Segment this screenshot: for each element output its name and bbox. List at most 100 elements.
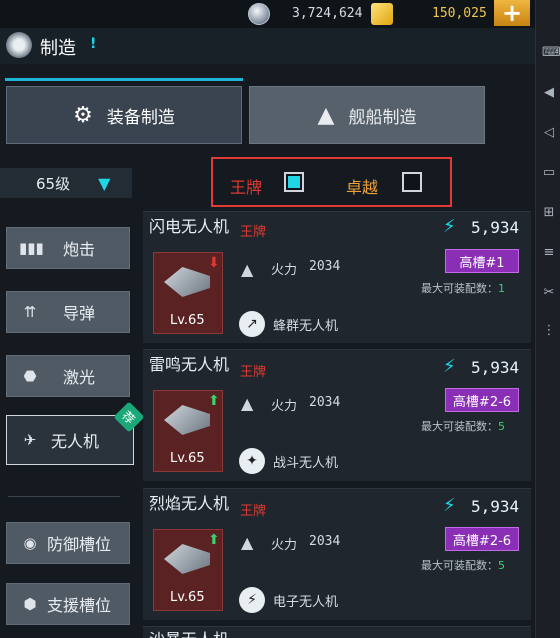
slot-tag: 高槽#2-6	[445, 527, 519, 551]
category-drone[interactable]: ✈ 无人机	[6, 415, 134, 465]
item-name: 雷鸣无人机	[149, 355, 230, 374]
page-header: 制造 !	[0, 28, 535, 64]
lightning-icon: ⚡	[443, 495, 456, 516]
rarity-label: 王牌	[240, 365, 267, 380]
drone-type: 蜂群无人机	[273, 319, 339, 334]
page-title: 制造	[40, 38, 76, 59]
layers-icon[interactable]: ≡	[542, 246, 556, 260]
arrow-down-icon: ⬇	[208, 255, 220, 271]
power-value: 5,934	[471, 358, 520, 377]
drone-type-icon: ⚡	[239, 587, 265, 613]
keyboard-icon[interactable]: ⌨	[542, 46, 560, 60]
level-select[interactable]: 65级 ▼	[0, 168, 132, 198]
category-divider	[8, 496, 120, 497]
drone-image	[164, 267, 210, 297]
tab-label: 装备制造	[106, 107, 175, 128]
power-value: 5,934	[471, 218, 520, 237]
missile-icon: ⇈	[23, 303, 37, 321]
category-label: 支援槽位	[47, 596, 112, 615]
filter-excellent-label: 卓越	[346, 178, 379, 197]
drone-type-icon: ↗	[239, 311, 265, 337]
manufacture-icon	[6, 32, 32, 58]
tab-equipment-manufacture[interactable]: ⚙ 装备制造	[6, 86, 242, 144]
crystal-icon	[248, 3, 270, 25]
category-label: 无人机	[51, 432, 100, 451]
side-dock: ⌨ ◀ ◁ ▭ ⊞ ≡ ✂ ⋮	[535, 0, 560, 638]
fire-label: 火力	[271, 538, 298, 553]
drone-icon: ✈	[23, 431, 37, 449]
filter-excellent-checkbox[interactable]	[402, 172, 422, 192]
ship-icon: ▲	[317, 102, 335, 128]
artillery-icon: ▮▮▮	[19, 239, 44, 257]
volume-down-icon[interactable]: ◁	[542, 126, 556, 140]
chevron-down-icon: ▼	[98, 173, 111, 193]
category-missile[interactable]: ⇈ 导弹	[6, 291, 130, 333]
category-label: 防御槽位	[47, 535, 112, 554]
item-card[interactable]: 雷鸣无人机 王牌 ⚡ 5,934 高槽#2-6 最大可装配数：5 ⬆ Lv.65…	[143, 349, 531, 481]
display-icon[interactable]: ▭	[542, 166, 556, 180]
lightning-icon: ⚡	[443, 356, 456, 377]
category-artillery[interactable]: ▮▮▮ 炮击	[6, 227, 130, 269]
fire-icon: ▲	[241, 533, 254, 552]
scissors-icon[interactable]: ✂	[542, 286, 556, 300]
crystal-amount: 3,724,624	[292, 6, 363, 21]
category-label: 激光	[63, 368, 96, 387]
volume-up-icon[interactable]: ◀	[542, 86, 556, 100]
item-thumbnail: ⬇ Lv.65	[153, 252, 223, 334]
more-icon[interactable]: ⋮	[542, 324, 556, 338]
drone-image	[164, 405, 210, 435]
max-equip-label: 最大可装配数：1	[421, 282, 505, 295]
fire-label: 火力	[271, 399, 298, 414]
drone-type: 战斗无人机	[273, 456, 339, 471]
fire-value: 2034	[309, 395, 341, 410]
rarity-label: 王牌	[240, 504, 267, 519]
item-card[interactable]: 闪电无人机 王牌 ⚡ 5,934 高槽#1 最大可装配数：1 ⬇ Lv.65 ▲…	[143, 211, 531, 343]
category-support-slot[interactable]: ⬢ 支援槽位	[6, 583, 130, 625]
add-window-icon[interactable]: ⊞	[542, 206, 556, 220]
max-equip-label: 最大可装配数：5	[421, 420, 505, 433]
tab-underline	[5, 78, 243, 81]
currency-bar: 3,724,624 150,025 +	[0, 0, 535, 28]
fire-icon: ▲	[241, 260, 254, 279]
fire-value: 2034	[309, 259, 341, 274]
fire-value: 2034	[309, 534, 341, 549]
add-currency-button[interactable]: +	[494, 0, 530, 27]
item-level: Lv.65	[170, 313, 205, 328]
item-name: 烈焰无人机	[149, 494, 230, 513]
laser-icon: ⬣	[23, 367, 37, 385]
level-value: 65级	[36, 174, 71, 193]
item-level: Lv.65	[170, 451, 205, 466]
slot-tag: 高槽#1	[445, 249, 519, 273]
item-level: Lv.65	[170, 590, 205, 605]
drone-image	[164, 544, 210, 574]
lightning-icon: ⚡	[443, 216, 456, 237]
item-card[interactable]: 沙暴无人机	[143, 626, 531, 638]
tab-ship-manufacture[interactable]: ▲ 舰船制造	[249, 86, 485, 144]
item-thumbnail: ⬆ Lv.65	[153, 390, 223, 472]
slot-tag: 高槽#2-6	[445, 388, 519, 412]
fire-label: 火力	[271, 263, 298, 278]
info-icon[interactable]: !	[90, 36, 96, 52]
category-label: 炮击	[63, 240, 96, 259]
fire-icon: ▲	[241, 394, 254, 413]
drone-type-icon: ✦	[239, 448, 265, 474]
category-defense-slot[interactable]: ◉ 防御槽位	[6, 522, 130, 564]
rarity-label: 王牌	[240, 225, 267, 240]
category-laser[interactable]: ⬣ 激光	[6, 355, 130, 397]
item-name: 沙暴无人机	[149, 627, 229, 638]
arrow-up-icon: ⬆	[208, 393, 220, 409]
gold-cube-icon	[371, 3, 393, 25]
power-value: 5,934	[471, 497, 520, 516]
item-card[interactable]: 烈焰无人机 王牌 ⚡ 5,934 高槽#2-6 最大可装配数：5 ⬆ Lv.65…	[143, 488, 531, 620]
equipment-icon: ⚙	[73, 102, 93, 128]
filter-ace-checkbox[interactable]	[284, 172, 304, 192]
category-label: 导弹	[63, 304, 96, 323]
item-thumbnail: ⬆ Lv.65	[153, 529, 223, 611]
drone-type: 电子无人机	[273, 595, 339, 610]
checkbox-fill	[288, 176, 300, 188]
item-name: 闪电无人机	[149, 217, 230, 236]
arrow-up-icon: ⬆	[208, 532, 220, 548]
support-icon: ⬢	[23, 595, 37, 613]
max-equip-label: 最大可装配数：5	[421, 559, 505, 572]
gold-amount: 150,025	[432, 6, 487, 21]
